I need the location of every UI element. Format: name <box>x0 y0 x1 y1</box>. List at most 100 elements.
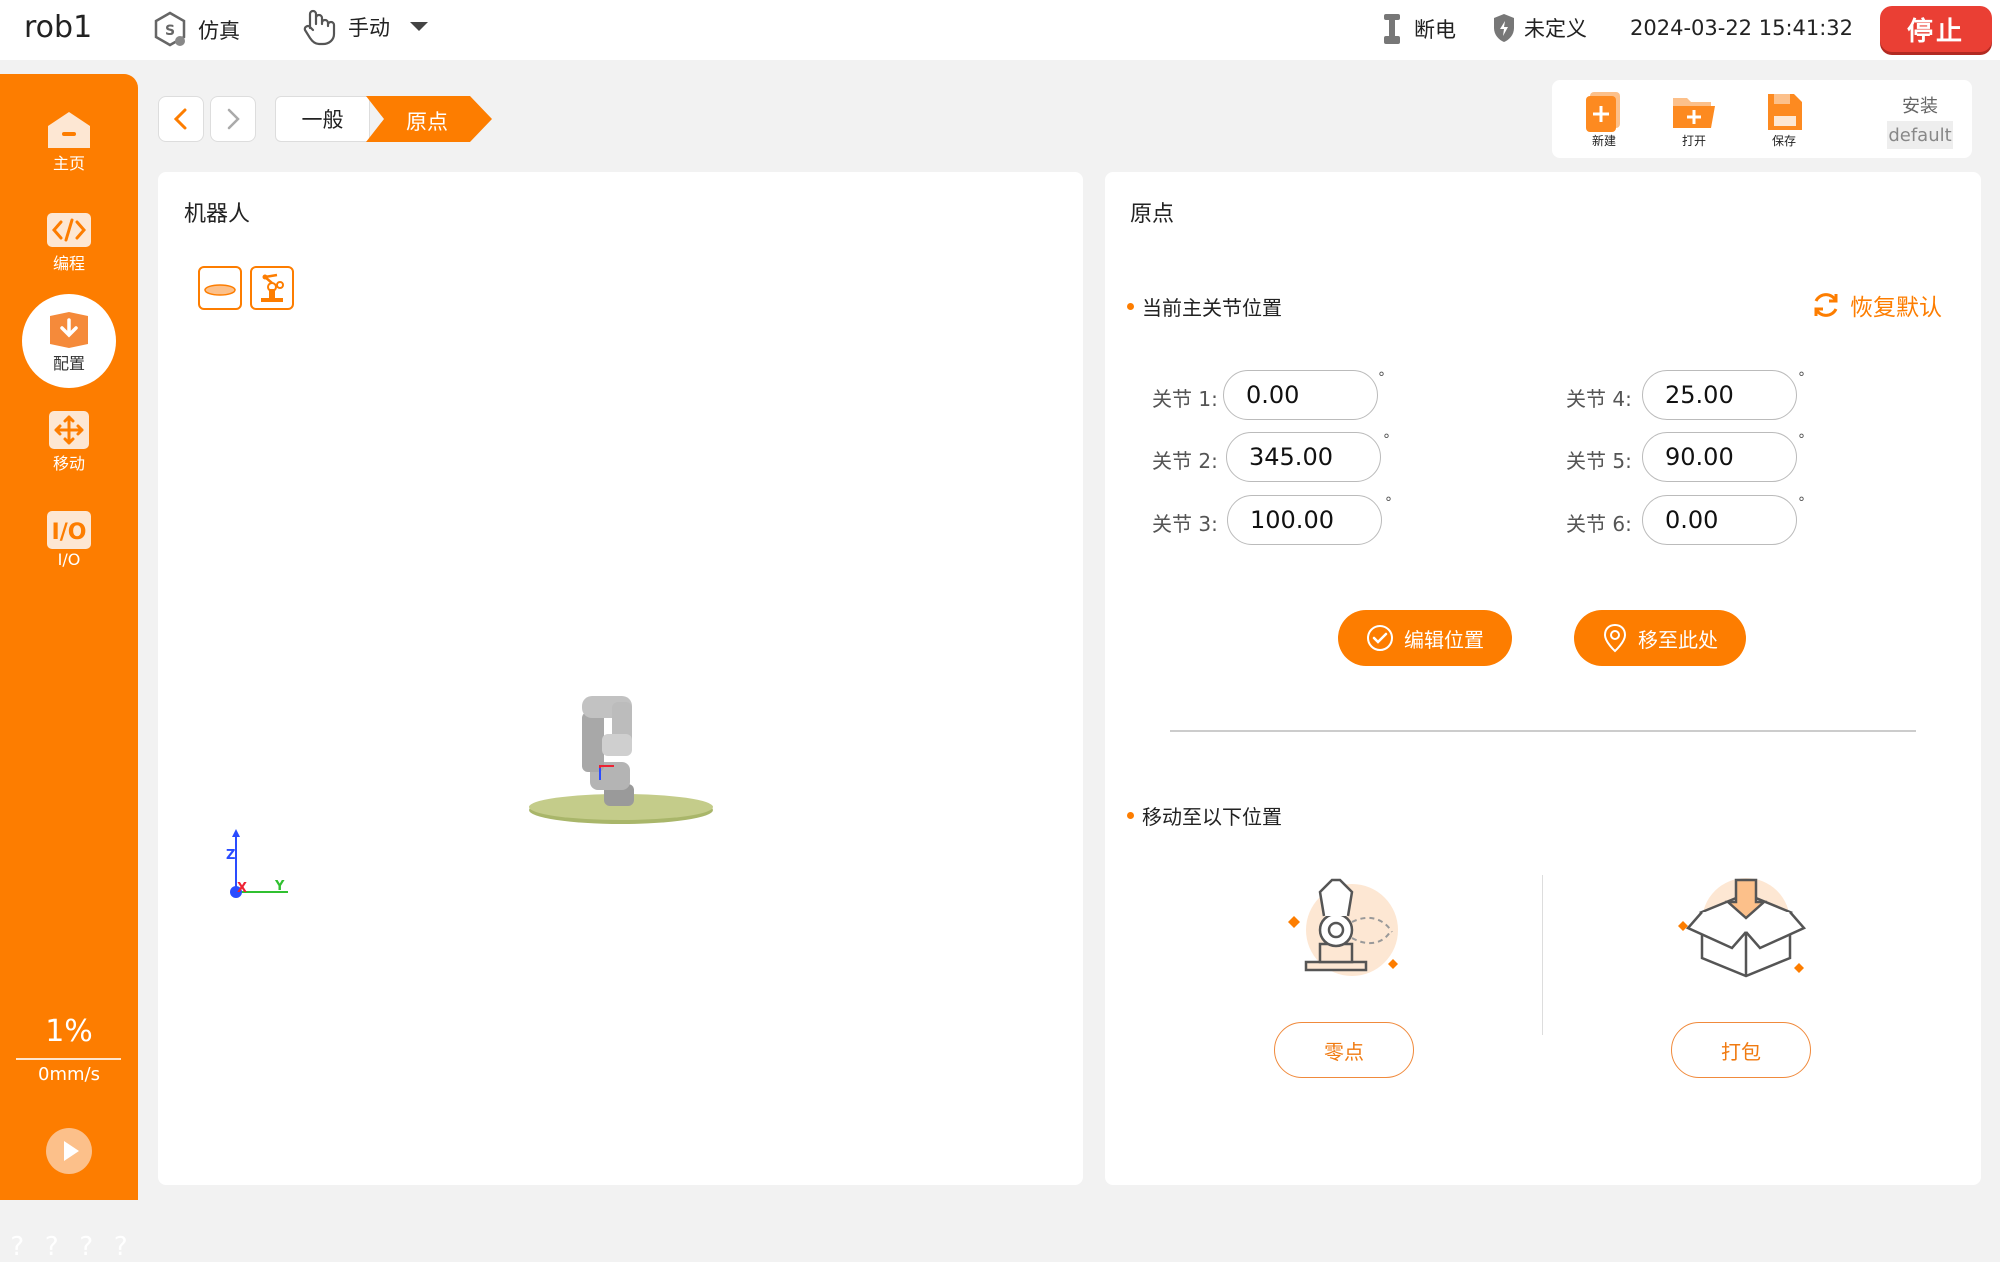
bullet-dot <box>1127 812 1134 819</box>
back-button[interactable] <box>158 96 204 142</box>
restore-default-label: 恢复默认 <box>1850 295 1942 321</box>
robot-arm-icon <box>1384 14 1400 44</box>
restore-default-button[interactable]: 恢复默认 <box>1810 288 1942 322</box>
io-icon: I/O <box>45 510 93 550</box>
new-label: 新建 <box>1591 134 1616 148</box>
column-divider <box>1542 875 1543 1035</box>
joint-6-unit: ° <box>1798 495 1805 511</box>
bullet-dot <box>1127 303 1134 310</box>
move-here-label: 移至此处 <box>1638 627 1718 652</box>
speed-divider <box>16 1058 121 1060</box>
sidebar-item-io[interactable]: I/O I/O <box>0 510 138 569</box>
check-circle-icon <box>1367 625 1393 651</box>
base-view-button[interactable] <box>198 266 242 310</box>
joint-1-label: 关节 1: <box>1152 387 1218 411</box>
open-button[interactable]: 打开 <box>1664 90 1724 149</box>
location-pin-icon <box>1603 623 1627 653</box>
axis-triad: Z X Y <box>226 829 288 898</box>
breadcrumb-general[interactable]: 一般 <box>275 96 370 142</box>
sim-mode-indicator[interactable]: S 仿真 <box>150 10 240 50</box>
speed-value: 0mm/s <box>38 1064 100 1085</box>
joint-6-input[interactable]: 0.00 <box>1642 495 1797 545</box>
config-download-icon <box>45 310 93 350</box>
forward-button[interactable] <box>210 96 256 142</box>
code-icon <box>45 210 93 250</box>
speed-percent[interactable]: 1% <box>0 1014 138 1049</box>
sidebar: 主页 编程 配置 移动 I/O I/O 1% 0mm/s ? ? ? ? <box>0 74 138 1262</box>
stop-button[interactable]: 停止 <box>1880 6 1992 52</box>
joint-5-input[interactable]: 90.00 <box>1642 432 1797 482</box>
sidebar-item-programming[interactable]: 编程 <box>0 210 138 274</box>
sidebar-item-label: 配置 <box>52 354 85 373</box>
section-divider <box>1170 730 1916 732</box>
control-mode-dropdown[interactable]: 手动 <box>298 6 430 48</box>
simulation-icon: S <box>154 11 186 47</box>
robot-3d-view[interactable] <box>518 672 718 842</box>
folder-icon <box>1673 98 1715 128</box>
sidebar-item-config[interactable]: 配置 <box>0 294 138 388</box>
new-button[interactable]: 新建 <box>1574 90 1634 149</box>
zero-pose-button[interactable]: 零点 <box>1274 1022 1414 1078</box>
joint-3-unit: ° <box>1385 495 1392 511</box>
install-label: 安装 <box>1902 96 1938 117</box>
sidebar-item-label: I/O <box>57 550 81 569</box>
hand-icon <box>303 9 336 46</box>
save-button[interactable]: 保存 <box>1754 90 1814 149</box>
home-icon <box>45 110 93 150</box>
sim-mode-label: 仿真 <box>198 19 240 43</box>
joint-4-input[interactable]: 25.00 <box>1642 370 1797 420</box>
datetime: 2024-03-22 15:41:32 <box>1630 16 1854 40</box>
joint-2-input[interactable]: 345.00 <box>1226 432 1381 482</box>
axis-z-label: Z <box>226 848 235 863</box>
origin-panel: 原点 <box>1105 172 1981 1185</box>
sidebar-item-label: 主页 <box>52 154 85 173</box>
joint-1-input[interactable]: 0.00 <box>1223 370 1378 420</box>
joint-6-label: 关节 6: <box>1566 512 1632 536</box>
power-status-label: 断电 <box>1414 18 1456 42</box>
axis-y-label: Y <box>274 879 285 894</box>
edit-position-label: 编辑位置 <box>1404 627 1484 652</box>
new-file-icon <box>1586 92 1620 132</box>
pack-pose-button[interactable]: 打包 <box>1671 1022 1811 1078</box>
status-mark: ? <box>79 1232 94 1262</box>
install-value[interactable]: default <box>1887 121 1953 149</box>
sidebar-item-home[interactable]: 主页 <box>0 110 138 174</box>
base-plate-icon <box>204 284 236 296</box>
svg-text:S: S <box>165 23 175 39</box>
top-bar: rob1 S 仿真 手动 断电 未定义 2024-03-22 15:41:32 … <box>0 0 2000 60</box>
current-joints-title: 当前主关节位置 <box>1127 292 1282 321</box>
status-mark: ? <box>44 1232 59 1262</box>
safety-status-label: 未定义 <box>1524 17 1587 41</box>
move-to-label: 移动至以下位置 <box>1142 805 1282 829</box>
status-marks: ? ? ? ? <box>0 1232 138 1262</box>
zero-pose-illustration <box>1288 878 1398 976</box>
status-mark: ? <box>113 1232 128 1262</box>
robot-view-button[interactable] <box>250 266 294 310</box>
breadcrumb-origin[interactable]: 原点 <box>366 96 492 142</box>
joint-5-unit: ° <box>1798 432 1805 448</box>
power-status: 断电 <box>1378 12 1456 46</box>
sidebar-item-label: 编程 <box>52 254 85 273</box>
pack-pose-illustration <box>1678 878 1807 978</box>
sidebar-item-label: 移动 <box>52 454 85 473</box>
axis-x-label: X <box>237 881 247 896</box>
move-here-button[interactable]: 移至此处 <box>1574 610 1746 666</box>
sidebar-item-move[interactable]: 移动 <box>0 410 138 474</box>
breadcrumb-origin-label: 原点 <box>406 110 448 134</box>
joint-2-unit: ° <box>1383 432 1390 448</box>
safety-status: 未定义 <box>1492 12 1587 44</box>
current-joints-label: 当前主关节位置 <box>1142 296 1282 320</box>
play-button[interactable] <box>45 1127 93 1175</box>
joint-5-label: 关节 5: <box>1566 449 1632 473</box>
robot-name: rob1 <box>24 10 93 45</box>
svg-text:I/O: I/O <box>52 520 87 545</box>
move-arrows-icon <box>45 410 93 450</box>
joint-2-label: 关节 2: <box>1152 449 1218 473</box>
joint-4-unit: ° <box>1798 370 1805 386</box>
joint-1-unit: ° <box>1378 370 1385 386</box>
chevron-right-icon <box>227 108 240 130</box>
joint-3-input[interactable]: 100.00 <box>1227 495 1382 545</box>
edit-position-button[interactable]: 编辑位置 <box>1338 610 1512 666</box>
joint-4-label: 关节 4: <box>1566 387 1632 411</box>
robot-panel-title: 机器人 <box>184 202 251 227</box>
